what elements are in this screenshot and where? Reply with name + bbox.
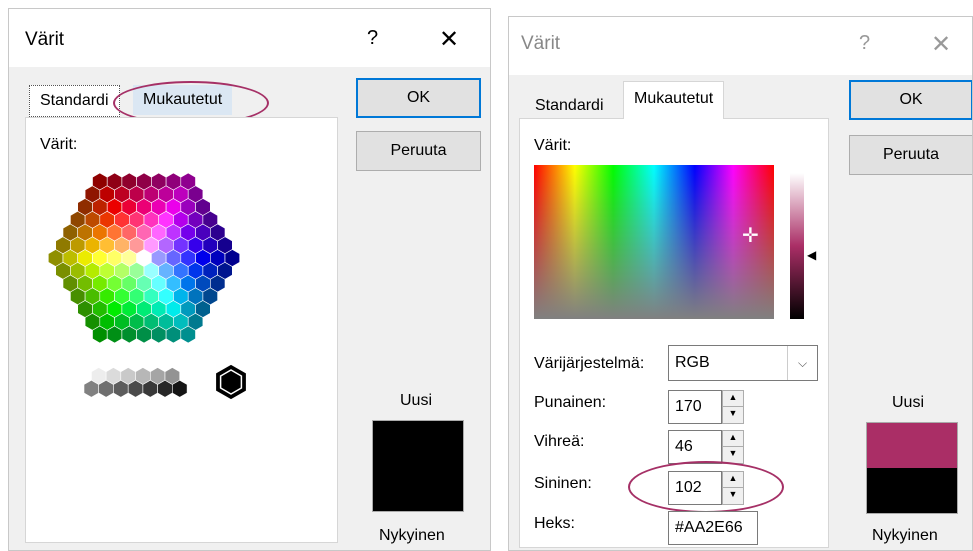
chevron-down-icon[interactable]: ⌵	[787, 346, 817, 380]
current-label: Nykyinen	[379, 527, 445, 544]
colors-label: Värit:	[534, 137, 572, 154]
ok-button[interactable]: OK	[849, 80, 972, 120]
green-stepper[interactable]: ▲ ▼	[722, 430, 744, 464]
tab-standard[interactable]: Standardi	[525, 91, 614, 121]
hex-input[interactable]: #AA2E66	[668, 511, 758, 545]
blue-stepper[interactable]: ▲ ▼	[722, 471, 744, 505]
help-button[interactable]: ?	[859, 32, 870, 55]
new-label: Uusi	[892, 394, 925, 411]
new-current-swatch	[372, 420, 464, 512]
blue-input[interactable]: 102	[668, 471, 722, 505]
help-button[interactable]: ?	[367, 27, 378, 50]
crosshair-icon: ✛	[742, 225, 759, 247]
current-label: Nykyinen	[872, 527, 938, 544]
new-color-swatch	[373, 421, 463, 466]
luminance-arrow-icon[interactable]: ◀	[807, 248, 816, 262]
standard-color-hexagon[interactable]	[26, 158, 326, 418]
cancel-button[interactable]: Peruuta	[356, 131, 481, 171]
tab-panel: Värit: ✛ ◀ Värijärjestelmä: RGB ⌵ Punain…	[519, 118, 829, 548]
cancel-button[interactable]: Peruuta	[849, 135, 972, 175]
hex-label: Heks:	[534, 515, 575, 532]
tab-custom[interactable]: Mukautetut	[133, 85, 233, 115]
close-button[interactable]: ✕	[931, 30, 951, 59]
new-color-swatch	[867, 423, 957, 468]
luminance-slider[interactable]	[790, 173, 804, 319]
colors-label: Värit:	[40, 136, 78, 153]
ok-button[interactable]: OK	[356, 78, 481, 118]
red-input[interactable]: 170	[668, 390, 722, 424]
title-bar: Värit ? ✕	[9, 9, 490, 67]
dialog-title: Värit	[521, 33, 561, 54]
current-color-swatch	[373, 466, 463, 511]
tab-standard[interactable]: Standardi	[29, 85, 120, 117]
red-stepper[interactable]: ▲ ▼	[722, 390, 744, 424]
color-model-select[interactable]: RGB ⌵	[668, 345, 818, 381]
dialog-title: Värit	[25, 29, 65, 50]
color-spectrum[interactable]: ✛	[534, 165, 774, 319]
tab-panel: Värit:	[25, 117, 338, 543]
green-label: Vihreä:	[534, 433, 585, 450]
title-bar: Värit ? ✕	[509, 17, 972, 75]
new-current-swatch	[866, 422, 958, 514]
red-label: Punainen:	[534, 394, 607, 411]
tab-custom[interactable]: Mukautetut	[623, 81, 725, 119]
current-color-swatch	[867, 468, 957, 513]
colors-dialog-standard: Värit ? ✕ Standardi Mukautetut Värit: OK…	[8, 8, 491, 551]
green-input[interactable]: 46	[668, 430, 722, 464]
close-button[interactable]: ✕	[439, 25, 459, 54]
colors-dialog-custom: Värit ? ✕ Standardi Mukautetut Värit: ✛ …	[508, 16, 973, 551]
color-model-label: Värijärjestelmä:	[534, 355, 645, 372]
new-label: Uusi	[400, 392, 433, 409]
blue-label: Sininen:	[534, 475, 592, 492]
